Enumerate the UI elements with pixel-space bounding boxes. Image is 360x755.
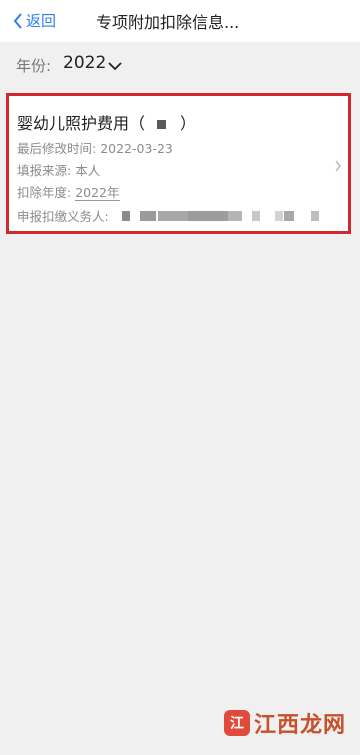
- chevron-left-icon: [13, 12, 22, 29]
- record-title: 婴幼儿照护费用（ ）: [17, 110, 196, 134]
- withholding-agent-row: 申报扣缴义务人:: [17, 206, 109, 225]
- page-title: 专项附加扣除信息...: [96, 13, 240, 32]
- deduction-year-value: 2022年: [75, 185, 120, 201]
- source-row: 填报来源: 本人: [17, 160, 100, 179]
- chevron-down-icon[interactable]: [107, 60, 123, 72]
- back-button[interactable]: 返回: [12, 10, 56, 31]
- record-title-suffix: ）: [180, 114, 197, 133]
- deduction-year-row: 扣除年度: 2022年: [17, 182, 120, 201]
- year-filter-value[interactable]: 2022: [63, 53, 106, 73]
- withholding-agent-label: 申报扣缴义务人:: [17, 209, 109, 224]
- modified-time-label: 最后修改时间:: [17, 141, 97, 156]
- redacted-agent-name: [122, 211, 322, 221]
- watermark-text: 江西龙网: [254, 713, 347, 738]
- year-filter[interactable]: 年份: 2022: [0, 42, 360, 86]
- record-title-prefix: 婴幼儿照护费用（: [17, 114, 146, 133]
- nav-bar: 返回 专项附加扣除信息...: [0, 0, 360, 42]
- source-value: 本人: [75, 163, 101, 178]
- modified-time-row: 最后修改时间: 2022-03-23: [17, 138, 173, 157]
- site-watermark: 江 江西龙网: [224, 707, 346, 739]
- modified-time-value: 2022-03-23: [100, 141, 173, 156]
- deduction-year-label: 扣除年度:: [17, 185, 72, 200]
- chevron-right-icon: [335, 160, 341, 172]
- deduction-record-card[interactable]: 婴幼儿照护费用（ ） 最后修改时间: 2022-03-23 填报来源: 本人 扣除…: [6, 93, 351, 234]
- year-filter-label: 年份:: [16, 57, 52, 75]
- watermark-logo: 江: [224, 710, 250, 736]
- redacted-block: [157, 120, 167, 129]
- source-label: 填报来源:: [17, 163, 72, 178]
- back-label: 返回: [26, 12, 57, 30]
